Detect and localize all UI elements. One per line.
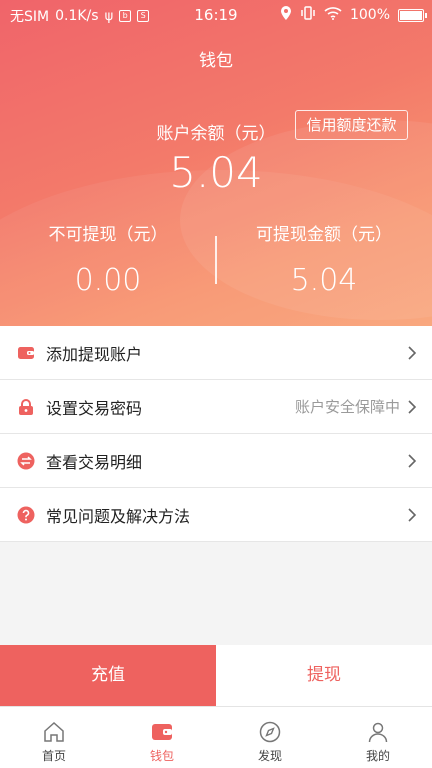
tab-label: 我的: [365, 749, 390, 763]
vibrate-icon: [300, 6, 316, 24]
non-withdrawable-label: 不可提现（元）: [48, 225, 168, 245]
tab-wallet[interactable]: 钱包: [108, 707, 216, 768]
wallet-icon: [18, 347, 34, 359]
withdrawable-label: 可提现金额（元）: [256, 225, 392, 245]
menu-item-transactions[interactable]: 查看交易明细: [0, 434, 432, 488]
wifi-icon: [324, 6, 342, 24]
chevron-right-icon: [408, 346, 417, 360]
tab-label: 发现: [257, 749, 282, 763]
tab-profile[interactable]: 我的: [324, 707, 432, 768]
chevron-right-icon: [408, 400, 417, 414]
battery-icon: [398, 8, 427, 22]
withdrawable-value: 5.04: [290, 263, 358, 298]
chevron-right-icon: [408, 454, 417, 468]
menu-item-label: 查看交易明细: [46, 452, 143, 472]
menu-item-trade-password[interactable]: 设置交易密码 账户安全保障中: [0, 380, 432, 434]
non-withdrawable-value: 0.00: [74, 263, 142, 298]
recharge-button[interactable]: 充值: [0, 645, 216, 706]
withdraw-button[interactable]: 提现: [216, 645, 432, 706]
menu-item-label: 添加提现账户: [46, 344, 143, 364]
action-buttons: 充值 提现: [0, 645, 432, 706]
tab-bar: 首页 钱包 发现 我的: [0, 706, 432, 768]
wallet-menu: 添加提现账户 设置交易密码 账户安全保障中 查看交易明细 常见问题及解决方法: [0, 326, 432, 542]
menu-item-label: 设置交易密码: [46, 398, 143, 418]
lock-icon: [19, 399, 33, 415]
wallet-header: 无SIM 0.1K/s ψ b S 16:19 100% 钱包 账户余额（元） …: [0, 0, 432, 326]
menu-item-add-account[interactable]: 添加提现账户: [0, 326, 432, 380]
home-icon: [44, 721, 64, 742]
status-bar: 无SIM 0.1K/s ψ b S 16:19 100%: [0, 0, 432, 30]
tab-label: 首页: [41, 749, 66, 763]
battery-percent: 100%: [349, 7, 390, 23]
tab-home[interactable]: 首页: [0, 707, 108, 768]
withdrawable-section: 可提现金额（元） 5.04: [216, 220, 432, 298]
location-icon: [280, 6, 292, 24]
menu-item-faq[interactable]: 常见问题及解决方法: [0, 488, 432, 542]
question-icon: [17, 506, 35, 524]
exchange-icon: [17, 452, 35, 470]
wallet-icon: [152, 724, 172, 740]
credit-repayment-button[interactable]: 信用额度还款: [295, 110, 408, 140]
tab-label: 钱包: [149, 749, 174, 763]
compass-icon: [259, 721, 281, 743]
page-title: 钱包: [199, 51, 233, 71]
user-icon: [368, 722, 388, 743]
chevron-right-icon: [408, 508, 417, 522]
security-status-text: 账户安全保障中: [294, 398, 400, 416]
menu-item-label: 常见问题及解决方法: [46, 506, 191, 526]
tab-discover[interactable]: 发现: [216, 707, 324, 768]
non-withdrawable-section: 不可提现（元） 0.00: [0, 220, 216, 298]
balance-value: 5.04: [169, 148, 263, 197]
